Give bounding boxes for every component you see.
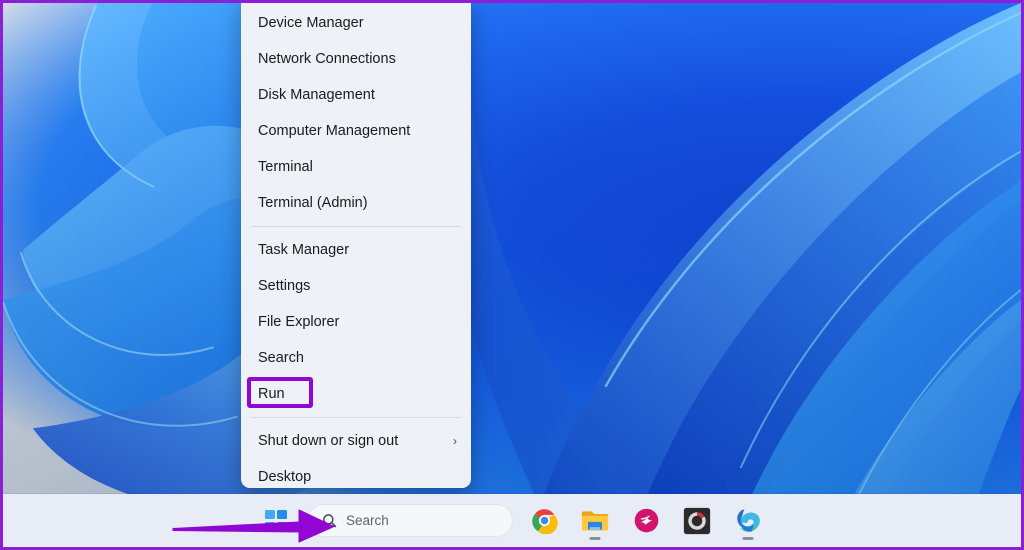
menu-item-label: Disk Management: [258, 87, 375, 103]
menu-item-task-manager[interactable]: Task Manager: [241, 232, 471, 268]
menu-item-shut-down-or-sign-out[interactable]: Shut down or sign out ›: [241, 423, 471, 459]
screen-recorder-icon[interactable]: [677, 501, 717, 541]
menu-separator: [251, 226, 461, 227]
menu-item-label: Task Manager: [258, 242, 349, 258]
canva-icon[interactable]: [626, 501, 666, 541]
menu-item-label: Desktop: [258, 469, 311, 485]
menu-item-desktop[interactable]: Desktop: [241, 459, 471, 495]
purple-arrow-annotation: [171, 507, 336, 545]
menu-item-network-connections[interactable]: Network Connections: [241, 41, 471, 77]
menu-item-label: Terminal: [258, 159, 313, 175]
menu-group-session: Shut down or sign out › Desktop: [241, 423, 471, 495]
canva-glyph: [633, 507, 660, 534]
menu-item-file-explorer[interactable]: File Explorer: [241, 304, 471, 340]
menu-group-tools: Device Manager Network Connections Disk …: [241, 5, 471, 221]
running-indicator: [590, 537, 601, 540]
file-explorer-icon[interactable]: [575, 501, 615, 541]
menu-item-run[interactable]: Run: [241, 376, 471, 412]
recorder-glyph: [683, 507, 711, 535]
taskbar: Search: [3, 494, 1021, 547]
search-placeholder: Search: [346, 513, 389, 528]
menu-separator: [251, 417, 461, 418]
chevron-right-icon: ›: [453, 434, 457, 448]
menu-item-label: File Explorer: [258, 314, 339, 330]
menu-item-label: Terminal (Admin): [258, 195, 368, 211]
menu-item-label: Shut down or sign out: [258, 433, 398, 449]
menu-group-system: Task Manager Settings File Explorer Sear…: [241, 232, 471, 412]
win-x-power-user-menu[interactable]: Device Manager Network Connections Disk …: [241, 0, 471, 488]
menu-item-computer-management[interactable]: Computer Management: [241, 113, 471, 149]
menu-item-settings[interactable]: Settings: [241, 268, 471, 304]
menu-item-label: Settings: [258, 278, 310, 294]
taskbar-search-box[interactable]: Search: [307, 504, 513, 537]
menu-item-label: Device Manager: [258, 15, 364, 31]
menu-item-label: Computer Management: [258, 123, 410, 139]
chrome-glyph: [531, 507, 558, 534]
edge-glyph: [735, 507, 762, 534]
folder-glyph: [581, 508, 609, 534]
menu-item-terminal-admin[interactable]: Terminal (Admin): [241, 185, 471, 221]
menu-item-label: Network Connections: [258, 51, 396, 67]
edge-icon[interactable]: [728, 501, 768, 541]
wallpaper-ribbons: [3, 3, 1021, 547]
menu-item-device-manager[interactable]: Device Manager: [241, 5, 471, 41]
menu-item-search[interactable]: Search: [241, 340, 471, 376]
running-indicator: [743, 537, 754, 540]
chrome-icon[interactable]: [524, 501, 564, 541]
menu-item-label: Search: [258, 350, 304, 366]
desktop-wallpaper[interactable]: [3, 3, 1021, 547]
menu-item-terminal[interactable]: Terminal: [241, 149, 471, 185]
screen: Device Manager Network Connections Disk …: [0, 0, 1024, 550]
menu-item-label: Run: [258, 386, 285, 402]
menu-item-disk-management[interactable]: Disk Management: [241, 77, 471, 113]
